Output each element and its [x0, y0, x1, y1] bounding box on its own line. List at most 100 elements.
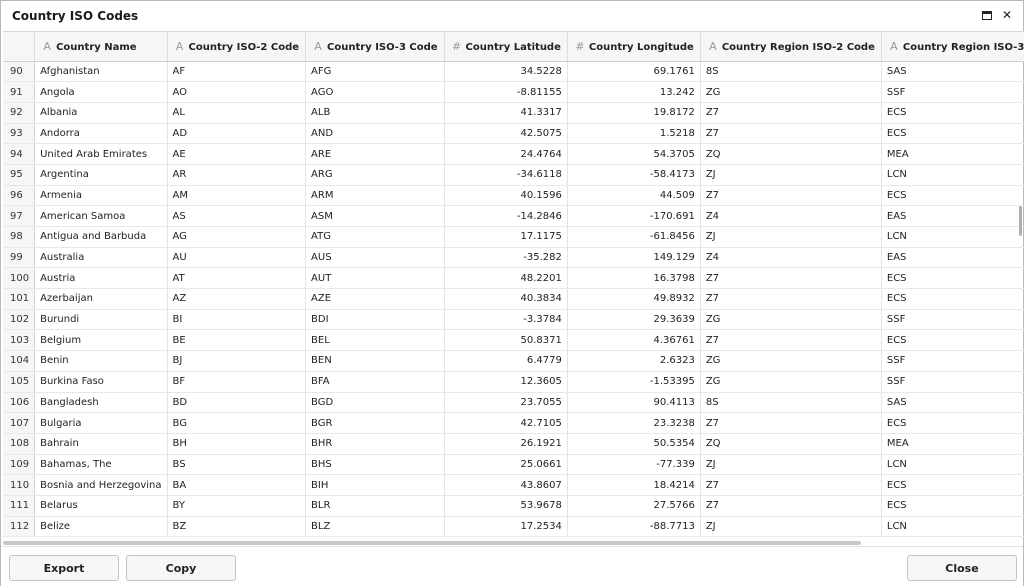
table-cell[interactable]: 19.8172 [567, 102, 701, 124]
table-cell[interactable]: AG [167, 226, 307, 248]
table-cell[interactable]: 23.7055 [444, 392, 568, 414]
column-header[interactable]: # Country Longitude [567, 32, 701, 62]
table-row[interactable]: 103BelgiumBEBEL50.83714.36761Z7ECSEurope… [3, 329, 1024, 352]
table-cell[interactable]: 90.4113 [567, 392, 701, 414]
row-number[interactable]: 104 [3, 350, 36, 372]
row-number[interactable]: 106 [3, 392, 36, 414]
table-row[interactable]: 92AlbaniaALALB41.331719.8172Z7ECSEurope … [3, 102, 1024, 124]
table-cell[interactable]: ECS [881, 185, 1024, 207]
row-number[interactable]: 94 [3, 143, 36, 165]
table-cell[interactable]: AT [167, 267, 307, 290]
table-cell[interactable]: Benin [34, 350, 168, 372]
table-cell[interactable]: -35.282 [444, 247, 568, 269]
table-row[interactable]: 96ArmeniaAMARM40.159644.509Z7ECSEurope &… [3, 185, 1024, 207]
table-cell[interactable]: 1.5218 [567, 123, 701, 145]
table-cell[interactable]: ECS [881, 495, 1024, 517]
table-cell[interactable]: 48.2201 [444, 267, 568, 290]
table-cell[interactable]: AUS [305, 247, 445, 269]
row-number[interactable]: 100 [3, 267, 36, 290]
table-cell[interactable]: 34.5228 [444, 61, 568, 83]
vertical-scrollbar[interactable] [1019, 206, 1022, 236]
table-cell[interactable]: ECS [881, 123, 1024, 145]
table-cell[interactable]: 40.1596 [444, 185, 568, 207]
table-cell[interactable]: Z7 [700, 474, 882, 496]
table-cell[interactable]: 26.1921 [444, 433, 568, 455]
table-cell[interactable]: United Arab Emirates [34, 143, 168, 165]
table-cell[interactable]: BE [167, 329, 307, 352]
table-cell[interactable]: BLR [305, 495, 445, 517]
table-row[interactable]: 104BeninBJBEN6.47792.6323ZGSSFSub-Sahara… [3, 350, 1024, 372]
table-cell[interactable]: Australia [34, 247, 168, 269]
column-header[interactable]: A Country Region ISO-3 Code [881, 32, 1024, 62]
table-cell[interactable]: -1.53395 [567, 371, 701, 393]
table-cell[interactable]: ECS [881, 267, 1024, 290]
table-cell[interactable]: Bulgaria [34, 412, 168, 434]
horizontal-scrollbar[interactable] [3, 541, 861, 545]
table-row[interactable]: 106BangladeshBDBGD23.705590.41138SSASSou… [3, 392, 1024, 414]
table-cell[interactable]: ARE [305, 143, 445, 165]
table-cell[interactable]: ECS [881, 288, 1024, 310]
table-cell[interactable]: AZE [305, 288, 445, 310]
table-cell[interactable]: LCN [881, 226, 1024, 248]
row-number[interactable]: 105 [3, 371, 36, 393]
table-cell[interactable]: AZ [167, 288, 307, 310]
table-cell[interactable]: BI [167, 309, 307, 331]
table-cell[interactable]: 69.1761 [567, 61, 701, 83]
row-number[interactable]: 103 [3, 329, 36, 352]
table-cell[interactable]: BLZ [305, 516, 445, 538]
table-cell[interactable]: 42.5075 [444, 123, 568, 145]
row-number[interactable]: 90 [3, 61, 36, 83]
row-number[interactable]: 107 [3, 412, 36, 434]
table-cell[interactable]: ECS [881, 412, 1024, 434]
table-row[interactable]: 112BelizeBZBLZ17.2534-88.7713ZJLCNLatin … [3, 516, 1024, 538]
table-cell[interactable]: SSF [881, 81, 1024, 103]
table-cell[interactable]: ZJ [700, 226, 882, 248]
table-row[interactable]: 94 United Arab Emirates AE ARE 24.4764 54.370… [3, 143, 1024, 165]
column-header[interactable]: A Country ISO-3 Code [305, 32, 445, 62]
table-cell[interactable]: Albania [34, 102, 168, 124]
table-cell[interactable]: AU [167, 247, 307, 269]
table-cell[interactable]: LCN [881, 454, 1024, 476]
table-row[interactable]: 91AngolaAOAGO-8.8115513.242ZGSSFSub-Saha… [3, 81, 1024, 103]
table-cell[interactable]: Bangladesh [34, 392, 168, 414]
table-cell[interactable]: Z7 [700, 102, 882, 124]
table-cell[interactable]: SAS [881, 392, 1024, 414]
table-cell[interactable]: ZJ [700, 454, 882, 476]
table-cell[interactable]: Belarus [34, 495, 168, 517]
table-cell[interactable]: Z7 [700, 123, 882, 145]
table-cell[interactable]: 42.7105 [444, 412, 568, 434]
table-row[interactable]: 111BelarusBYBLR53.967827.5766Z7ECSEurope… [3, 495, 1024, 517]
table-cell[interactable]: Azerbaijan [34, 288, 168, 310]
table-cell[interactable]: BZ [167, 516, 307, 538]
table-cell[interactable]: -58.4173 [567, 164, 701, 186]
table-cell[interactable]: BHS [305, 454, 445, 476]
table-cell[interactable]: BDI [305, 309, 445, 331]
table-cell[interactable]: AD [167, 123, 307, 145]
row-number[interactable]: 111 [3, 495, 36, 517]
table-cell[interactable]: 149.129 [567, 247, 701, 269]
table-row[interactable]: 107BulgariaBGBGR42.710523.3238Z7ECSEurop… [3, 412, 1024, 434]
close-icon[interactable]: ✕ [1001, 9, 1013, 21]
table-cell[interactable]: ZJ [700, 516, 882, 538]
table-cell[interactable]: Belize [34, 516, 168, 538]
table-row[interactable]: 90AfghanistanAFAFG34.522869.17618SSASSou… [3, 61, 1024, 83]
table-cell[interactable]: AGO [305, 81, 445, 103]
table-cell[interactable]: ZJ [700, 164, 882, 186]
row-number[interactable]: 92 [3, 102, 36, 124]
table-cell[interactable]: ZG [700, 81, 882, 103]
table-cell[interactable]: ZQ [700, 143, 882, 165]
table-cell[interactable]: -8.81155 [444, 81, 568, 103]
table-row[interactable]: 101AzerbaijanAZAZE40.383449.8932Z7ECSEur… [3, 288, 1024, 310]
table-cell[interactable]: 27.5766 [567, 495, 701, 517]
table-cell[interactable]: LCN [881, 164, 1024, 186]
table-row[interactable]: 109Bahamas, TheBSBHS25.0661-77.339ZJLCNL… [3, 454, 1024, 476]
table-cell[interactable]: Z7 [700, 288, 882, 310]
table-cell[interactable]: Andorra [34, 123, 168, 145]
table-cell[interactable]: -88.7713 [567, 516, 701, 538]
table-cell[interactable]: 8S [700, 392, 882, 414]
table-cell[interactable]: -14.2846 [444, 205, 568, 227]
table-cell[interactable]: Burundi [34, 309, 168, 331]
table-cell[interactable]: American Samoa [34, 205, 168, 227]
table-cell[interactable]: 25.0661 [444, 454, 568, 476]
table-cell[interactable]: 17.1175 [444, 226, 568, 248]
